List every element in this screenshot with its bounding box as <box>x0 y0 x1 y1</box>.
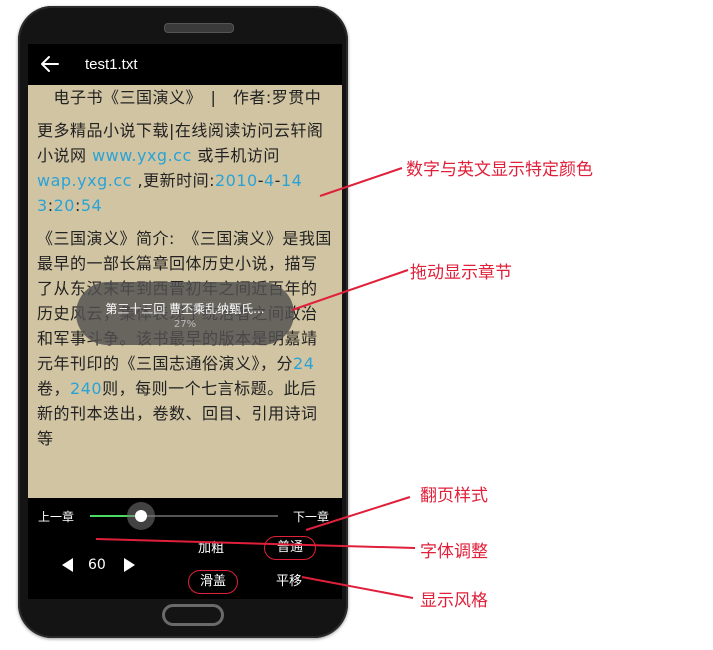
page-style-note-line <box>305 496 411 531</box>
theme-note-line <box>301 576 414 599</box>
color-note-label: 数字与英文显示特定颜色 <box>406 160 593 180</box>
drag-note-label: 拖动显示章节 <box>410 263 512 283</box>
font-note-label: 字体调整 <box>420 542 488 562</box>
font-note-line <box>95 538 416 549</box>
theme-note-label: 显示风格 <box>420 591 488 611</box>
color-note-line <box>319 167 403 197</box>
drag-note-line <box>291 269 409 311</box>
annotation-lines <box>95 167 416 599</box>
page-style-note-label: 翻页样式 <box>420 486 488 506</box>
